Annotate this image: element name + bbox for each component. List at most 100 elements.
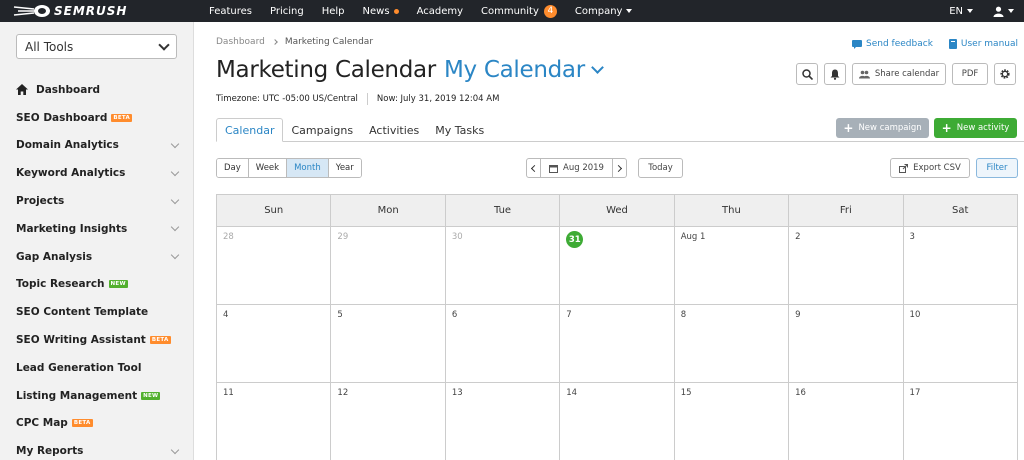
export-csv-button[interactable]: Export CSV <box>890 158 970 178</box>
language-selector[interactable]: EN <box>949 6 973 17</box>
sidebar-item-seo-dashboard[interactable]: SEO Dashboard BETA <box>0 104 194 132</box>
tab-campaigns[interactable]: Campaigns <box>283 118 361 142</box>
sidebar-item-seo-writing-assistant[interactable]: SEO Writing Assistant BETA <box>0 326 194 354</box>
calendar-day-cell[interactable]: 15 <box>675 383 790 460</box>
chevron-right-icon <box>614 164 623 172</box>
calendar-day-cell[interactable]: 11 <box>217 383 332 460</box>
sidebar-item-domain-analytics[interactable]: Domain Analytics <box>0 132 194 160</box>
sidebar-item-cpc-map[interactable]: CPC Map BETA <box>0 410 194 438</box>
nav-academy[interactable]: Academy <box>408 6 472 17</box>
sidebar-item-projects[interactable]: Projects <box>0 187 194 215</box>
calendar-day-cell[interactable]: 12 <box>331 383 446 460</box>
tab-activities[interactable]: Activities <box>361 118 427 142</box>
view-month-button[interactable]: Month <box>287 159 329 177</box>
pdf-button[interactable]: PDF <box>952 63 988 85</box>
news-dot-indicator <box>393 8 399 14</box>
calendar-day-cell[interactable]: 29 <box>331 227 446 305</box>
calendar-day-cell[interactable]: 7 <box>560 305 675 383</box>
day-number: 12 <box>337 388 349 398</box>
sidebar-item-gap-analysis[interactable]: Gap Analysis <box>0 243 194 271</box>
calendar-day-cell[interactable]: 10 <box>903 305 1018 383</box>
page-title: Marketing Calendar <box>216 57 436 83</box>
sidebar-item-keyword-analytics[interactable]: Keyword Analytics <box>0 159 194 187</box>
calendar-day-cell[interactable]: 8 <box>674 305 790 383</box>
view-week-button[interactable]: Week <box>248 159 288 177</box>
search-button[interactable] <box>796 63 818 85</box>
calendar-day-cell[interactable]: 9 <box>789 305 904 383</box>
chevron-down-icon[interactable] <box>590 60 604 74</box>
user-menu[interactable] <box>993 6 1014 17</box>
breadcrumb: Dashboard Marketing Calendar <box>216 37 373 47</box>
calendar-day-cell[interactable]: Aug 1 <box>674 227 790 305</box>
tab-my-tasks[interactable]: My Tasks <box>427 118 492 142</box>
calendar-selector[interactable]: My Calendar <box>444 57 585 83</box>
day-number: 2 <box>795 232 801 242</box>
calendar-day-cell[interactable]: 16 <box>789 383 904 460</box>
sidebar-item-lead-generation-tool[interactable]: Lead Generation Tool <box>0 354 194 382</box>
sidebar-item-seo-content-template[interactable]: SEO Content Template <box>0 298 194 326</box>
next-month-button[interactable] <box>612 158 627 178</box>
sidebar-item-marketing-insights[interactable]: Marketing Insights <box>0 215 194 243</box>
plus-icon: + <box>941 121 952 135</box>
pdf-label: PDF <box>961 69 979 79</box>
calendar-week-row: 28 29 30 31 Aug 1 2 3 <box>217 227 1018 305</box>
nav-pricing[interactable]: Pricing <box>261 6 313 17</box>
nav-news[interactable]: News <box>354 6 408 17</box>
calendar-day-cell[interactable]: 3 <box>903 227 1018 305</box>
day-number: 5 <box>337 310 343 320</box>
calendar-day-cell-today[interactable]: 31 <box>560 227 675 305</box>
top-navigation-bar: SEMRUSH Features Pricing Help News Acade… <box>0 0 1024 22</box>
nav-community[interactable]: Community 4 <box>472 4 566 18</box>
export-csv-label: Export CSV <box>913 163 961 173</box>
sidebar-item-dashboard[interactable]: Dashboard <box>0 76 194 104</box>
breadcrumb-dashboard-link[interactable]: Dashboard <box>216 37 265 47</box>
calendar-icon <box>549 164 559 173</box>
new-campaign-button[interactable]: + New campaign <box>836 118 929 138</box>
today-button[interactable]: Today <box>638 158 683 178</box>
calendar-day-cell[interactable]: 28 <box>217 227 332 305</box>
user-manual-link[interactable]: User manual <box>948 39 1018 49</box>
calendar-day-cell[interactable]: 4 <box>217 305 332 383</box>
sidebar-item-listing-management[interactable]: Listing Management NEW <box>0 382 194 410</box>
semrush-logo[interactable]: SEMRUSH <box>12 4 192 18</box>
day-number: 14 <box>566 388 578 398</box>
notifications-button[interactable] <box>824 63 846 85</box>
sidebar-item-label: Projects <box>16 195 65 208</box>
all-tools-select[interactable]: All Tools <box>16 34 177 59</box>
nav-academy-label: Academy <box>416 5 464 17</box>
calendar-day-cell[interactable]: 30 <box>445 227 561 305</box>
filter-button[interactable]: Filter <box>976 158 1018 178</box>
calendar-day-cell[interactable]: 5 <box>331 305 446 383</box>
calendar-day-cell[interactable]: 14 <box>560 383 675 460</box>
month-picker[interactable]: Aug 2019 <box>541 158 612 178</box>
nav-features-label: Features <box>209 5 252 17</box>
nav-features[interactable]: Features <box>200 6 261 17</box>
share-calendar-button[interactable]: Share calendar <box>852 63 946 85</box>
calendar-day-cell[interactable]: 13 <box>446 383 561 460</box>
chevron-down-icon <box>170 223 180 232</box>
share-calendar-label: Share calendar <box>874 69 940 79</box>
day-number: 10 <box>909 310 921 320</box>
calendar-day-cell[interactable]: 6 <box>445 305 561 383</box>
day-number: 11 <box>223 388 234 398</box>
view-year-button[interactable]: Year <box>328 159 361 177</box>
tab-calendar[interactable]: Calendar <box>216 118 284 142</box>
sidebar-item-my-reports[interactable]: My Reports <box>0 437 194 460</box>
send-feedback-link[interactable]: Send feedback <box>852 39 933 49</box>
sidebar-item-topic-research[interactable]: Topic Research NEW <box>0 271 194 299</box>
bell-icon <box>830 69 840 80</box>
settings-button[interactable] <box>994 63 1016 85</box>
view-day-button[interactable]: Day <box>217 159 249 177</box>
weekday-header: Mon <box>331 195 446 227</box>
sidebar-item-label: CPC Map <box>16 417 68 430</box>
nav-help[interactable]: Help <box>313 6 354 17</box>
nav-help-label: Help <box>321 5 345 17</box>
calendar-day-cell[interactable]: 2 <box>789 227 904 305</box>
day-number: 17 <box>909 388 921 398</box>
previous-month-button[interactable] <box>526 158 541 178</box>
calendar-day-cell[interactable]: 17 <box>904 383 1018 460</box>
new-activity-button[interactable]: + New activity <box>934 118 1017 138</box>
day-number: 29 <box>337 232 349 242</box>
nav-company[interactable]: Company <box>566 6 642 17</box>
breadcrumb-current: Marketing Calendar <box>284 37 374 47</box>
